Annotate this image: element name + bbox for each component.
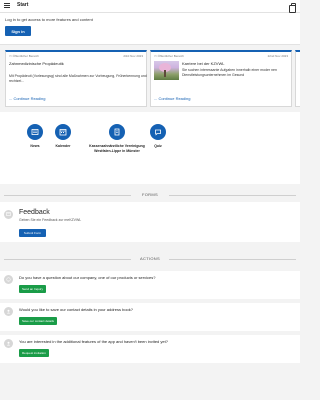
user-icon — [4, 339, 13, 348]
login-panel: Log in to get access to more features an… — [0, 13, 300, 45]
sign-in-button[interactable]: Sign in — [5, 26, 31, 36]
card-meta: ▭ Öffentlicher Bereich 23rd Nov 2023 — [9, 54, 143, 58]
request-invitation-button[interactable]: Request invitation — [19, 349, 49, 357]
hamburger-menu-icon[interactable] — [4, 3, 10, 8]
quick-link-calendar[interactable]: Kalender — [38, 124, 88, 149]
question-icon — [4, 275, 13, 284]
card-title: Karriere bei der KZVWL — [182, 61, 225, 66]
card-date: 23rd Nov 2023 — [123, 54, 143, 58]
news-carousel[interactable]: ▭ Öffentlicher Bereich 23rd Nov 2023 Zah… — [0, 45, 300, 112]
action-text: Would you like to save our contact detai… — [19, 307, 133, 312]
card-category: ▭ Öffentlicher Bereich — [154, 54, 184, 58]
calendar-icon — [55, 124, 71, 140]
card-title: Zahnmedizinische Propädeutik — [9, 61, 64, 66]
send-inquiry-button[interactable]: Send an Inquiry — [19, 285, 47, 293]
forms-section-header: FORMS — [0, 188, 300, 202]
card-category: ▭ Öffentlicher Bereich — [9, 54, 39, 58]
continue-reading-link[interactable]: ... Continue Reading — [9, 96, 45, 101]
card-body: Mit Propädeuti (Vorlesungsg) sind alle M… — [9, 74, 147, 83]
news-card-partial[interactable] — [295, 50, 300, 107]
actions-section-header: ACTIONS — [0, 252, 300, 266]
quiz-icon — [150, 124, 166, 140]
divider — [169, 259, 296, 260]
news-card[interactable]: ▭ Öffentlicher Bereich 22nd Nov 2023 Kar… — [150, 50, 292, 107]
divider — [169, 195, 296, 196]
top-bar: Start — [0, 0, 300, 13]
quick-link-label: Kalender — [55, 144, 71, 148]
card-date: 22nd Nov 2023 — [267, 54, 288, 58]
card-body: Sie suchen interessante Aufgaben innerha… — [182, 68, 277, 77]
building-icon — [109, 124, 125, 140]
quick-link-label: Quiz — [154, 144, 162, 148]
card-meta: ▭ Öffentlicher Bereich 22nd Nov 2023 — [154, 54, 288, 58]
feedback-icon — [4, 210, 13, 219]
feedback-subtitle: Geben Sie ein Feedback zur meKZVWL — [19, 218, 82, 222]
card-image-blossom-tree — [154, 61, 179, 80]
action-request-invitation: You are interested in the additional fea… — [0, 335, 300, 363]
page-title: Start — [17, 2, 29, 8]
action-text: You are interested in the additional fea… — [19, 339, 168, 344]
quick-links-panel: News Kalender Kassenzahnärztliche Verein… — [0, 112, 300, 184]
submit-form-button[interactable]: Submit Form — [19, 229, 46, 237]
quick-link-quiz[interactable]: Quiz — [133, 124, 183, 149]
action-text: Do you have a question about our company… — [19, 275, 156, 280]
action-save-contact: Would you like to save our contact detai… — [0, 303, 300, 331]
feedback-form-card: Feedback Geben Sie ein Feedback zur meKZ… — [0, 202, 300, 242]
contact-icon — [4, 307, 13, 316]
feedback-title: Feedback — [19, 209, 50, 216]
continue-reading-link[interactable]: ... Continue Reading — [154, 96, 190, 101]
login-prompt: Log in to get access to more features an… — [5, 17, 93, 22]
action-inquiry: Do you have a question about our company… — [0, 271, 300, 299]
copy-icon[interactable] — [289, 3, 296, 13]
news-card[interactable]: ▭ Öffentlicher Bereich 23rd Nov 2023 Zah… — [5, 50, 147, 107]
save-contact-button[interactable]: Save our contact details — [19, 317, 58, 325]
